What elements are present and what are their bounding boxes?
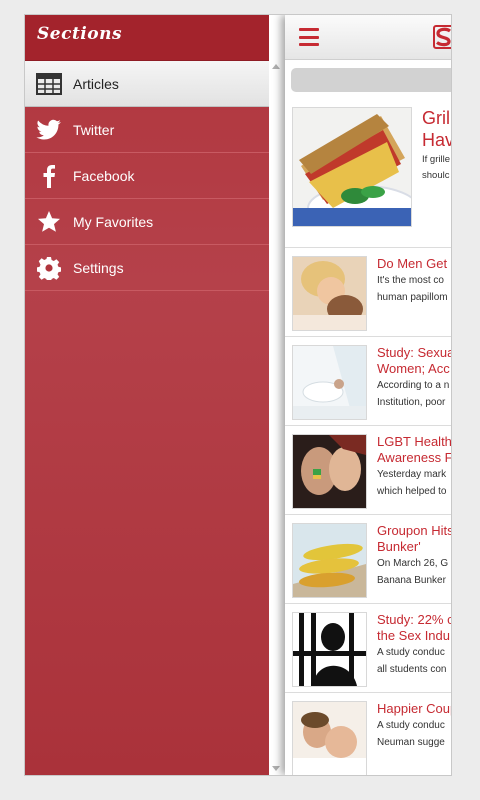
app-frame: Sections Articles Twitter Facebook My Fa…: [24, 14, 452, 776]
hamburger-menu-icon[interactable]: [299, 28, 319, 46]
top-bar: [285, 15, 451, 60]
menu-item-facebook[interactable]: Facebook: [25, 153, 269, 199]
article-item[interactable]: Do Men Get It's the most co human papill…: [285, 248, 451, 337]
article-title: LGBT Health: [377, 434, 452, 449]
scroll-down-arrow-icon[interactable]: [272, 766, 280, 771]
newspaper-icon: [36, 71, 62, 97]
article-summary-line2: Neuman sugge: [377, 737, 445, 748]
scroll-up-arrow-icon[interactable]: [272, 64, 280, 69]
article-summary: Yesterday mark: [377, 469, 447, 480]
article-thumbnail: [292, 434, 367, 509]
drawer-menu: Articles Twitter Facebook My Favorites S…: [25, 61, 269, 291]
article-text: Do Men Get It's the most co human papill…: [377, 256, 448, 328]
article-summary: A study conduc: [377, 720, 445, 731]
drawer-scrollbar[interactable]: [272, 61, 280, 775]
article-thumbnail: [292, 345, 367, 420]
drawer-title: Sections: [37, 24, 123, 44]
search-bar[interactable]: [291, 68, 451, 92]
menu-item-label: Settings: [73, 259, 124, 276]
article-summary: A study conduc: [377, 647, 445, 658]
article-summary-line2: shoulc: [422, 170, 450, 181]
article-list: Gril Hav If grille shoulc Do Men Get It'…: [285, 103, 452, 775]
menu-item-label: Articles: [73, 75, 119, 92]
article-title-line2: the Sex Indu: [377, 628, 450, 643]
article-title: Do Men Get: [377, 256, 448, 271]
article-thumbnail: [292, 523, 367, 598]
drawer-header: Sections: [25, 15, 269, 61]
twitter-bird-icon: [36, 117, 62, 143]
article-text: LGBT Health Awareness F Yesterday mark w…: [377, 434, 452, 506]
article-thumbnail: [292, 107, 412, 227]
article-title: Study: Sexua: [377, 345, 452, 360]
star-icon: [36, 209, 62, 235]
article-title: Gril: [422, 108, 450, 128]
article-title-line2: Women; Acc: [377, 361, 450, 376]
menu-item-label: Facebook: [73, 167, 135, 184]
gear-icon: [36, 255, 62, 281]
article-title-line2: Bunker': [377, 539, 421, 554]
article-title: Study: 22% c: [377, 612, 452, 627]
article-summary: If grille: [422, 154, 450, 165]
article-text: Groupon Hits Bunker' On March 26, G Bana…: [377, 523, 452, 595]
article-summary-line2: all students con: [377, 664, 447, 675]
article-text: Gril Hav If grille shoulc: [422, 107, 452, 239]
navigation-drawer: Sections Articles Twitter Facebook My Fa…: [25, 15, 280, 775]
menu-item-settings[interactable]: Settings: [25, 245, 269, 291]
article-thumbnail: [292, 256, 367, 331]
article-summary-line2: Banana Bunker: [377, 575, 446, 586]
main-content-panel: Gril Hav If grille shoulc Do Men Get It'…: [285, 15, 452, 775]
article-featured[interactable]: Gril Hav If grille shoulc: [285, 103, 452, 248]
menu-item-articles[interactable]: Articles: [25, 61, 269, 107]
article-title: Happier Coup: [377, 701, 452, 716]
article-text: Study: 22% c the Sex Indu A study conduc…: [377, 612, 452, 684]
menu-item-my-favorites[interactable]: My Favorites: [25, 199, 269, 245]
article-summary-line2: human papillom: [377, 292, 448, 303]
facebook-f-icon: [36, 163, 62, 189]
article-item[interactable]: Study: 22% c the Sex Indu A study conduc…: [285, 604, 452, 693]
article-summary-line2: which helped to: [377, 486, 447, 497]
article-text: Study: Sexua Women; Acc According to a n…: [377, 345, 452, 417]
article-title-line2: Hav: [422, 130, 452, 150]
article-title-line2: Awareness F: [377, 450, 452, 465]
article-summary: It's the most co: [377, 275, 444, 286]
article-text: Happier Coup A study conduc Neuman sugge: [377, 701, 452, 773]
article-item[interactable]: Groupon Hits Bunker' On March 26, G Bana…: [285, 515, 452, 604]
article-item[interactable]: Happier Coup A study conduc Neuman sugge: [285, 693, 452, 775]
menu-item-label: My Favorites: [73, 213, 154, 230]
menu-item-label: Twitter: [73, 121, 115, 138]
article-summary: On March 26, G: [377, 558, 449, 569]
article-thumbnail: [292, 701, 367, 775]
article-item[interactable]: Study: Sexua Women; Acc According to a n…: [285, 337, 452, 426]
article-title: Groupon Hits: [377, 523, 452, 538]
article-summary: According to a n: [377, 380, 450, 391]
menu-item-twitter[interactable]: Twitter: [25, 107, 269, 153]
article-thumbnail: [292, 612, 367, 687]
article-item[interactable]: LGBT Health Awareness F Yesterday mark w…: [285, 426, 452, 515]
article-summary-line2: Institution, poor: [377, 397, 446, 408]
app-logo-icon[interactable]: [433, 25, 451, 49]
